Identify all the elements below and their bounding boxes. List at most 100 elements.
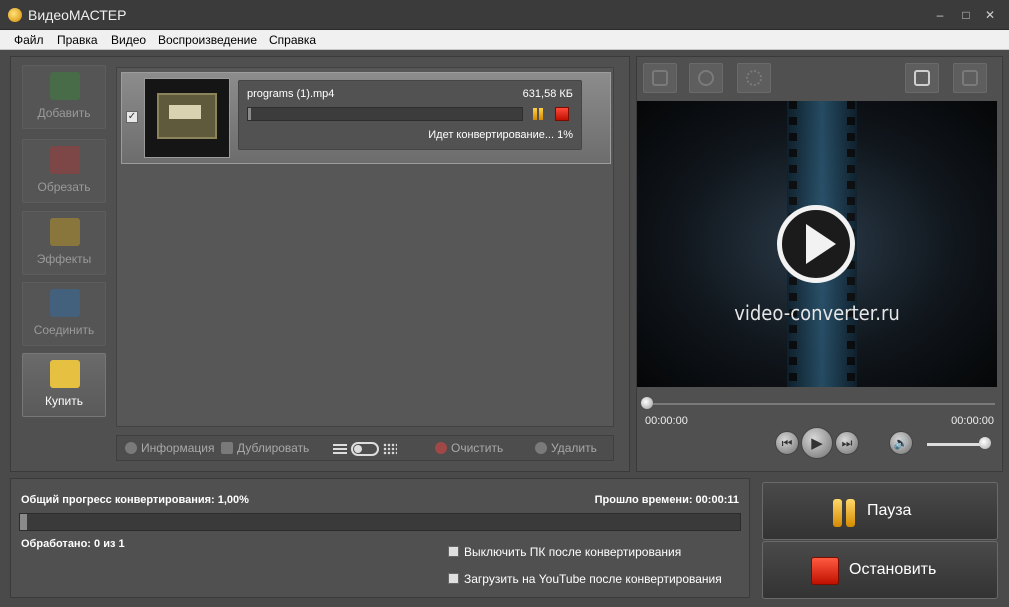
processed-count-label: Обработано: 0 из 1: [21, 538, 125, 550]
youtube-label: Загрузить на YouTube после конвертирован…: [464, 572, 722, 586]
overall-progress-bar: [19, 513, 741, 531]
menu-help[interactable]: Справка: [269, 33, 316, 47]
clear-x-icon: [435, 442, 447, 454]
stop-button[interactable]: Остановить: [762, 541, 998, 599]
speaker-icon: 🔊: [893, 436, 909, 450]
progress-panel: Общий прогресс конвертирования: 1,00% Пр…: [10, 478, 750, 598]
rotate-icon: [698, 70, 714, 86]
add-button[interactable]: Добавить: [22, 65, 106, 129]
brightness-button[interactable]: [737, 63, 771, 93]
clear-label: Очистить: [451, 441, 504, 455]
elapsed-time-label: Прошло времени: 00:00:11: [594, 494, 739, 506]
snapshot-button[interactable]: [905, 63, 939, 93]
maximize-button[interactable]: □: [956, 6, 976, 24]
stop-file-icon[interactable]: [555, 107, 569, 121]
info-icon: [125, 442, 137, 454]
shutdown-checkbox[interactable]: [448, 546, 459, 557]
conversion-status: Идет конвертирование... 1%: [428, 129, 573, 141]
info-label: Информация: [141, 441, 215, 455]
youtube-checkbox[interactable]: [448, 573, 459, 584]
stop-icon: [811, 557, 839, 585]
duplicate-label: Дублировать: [237, 441, 310, 455]
forward-icon: ⏭: [841, 436, 853, 450]
view-toggle[interactable]: [333, 442, 399, 456]
crop-frame-button[interactable]: [643, 63, 677, 93]
rewind-icon: ⏮: [781, 436, 793, 450]
cut-label: Обрезать: [37, 180, 91, 194]
info-button[interactable]: Информация: [125, 441, 214, 455]
delete-minus-icon: [535, 442, 547, 454]
effects-label: Эффекты: [36, 252, 92, 266]
add-label: Добавить: [37, 106, 91, 120]
seek-bar[interactable]: [645, 403, 995, 405]
seek-knob[interactable]: [641, 397, 653, 409]
clear-button[interactable]: Очистить: [435, 441, 503, 455]
pause-button[interactable]: Пауза: [762, 482, 998, 540]
rotate-button[interactable]: [689, 63, 723, 93]
volume-knob[interactable]: [979, 437, 991, 449]
grid-view-icon[interactable]: [383, 443, 397, 455]
pause-file-icon[interactable]: [531, 107, 545, 121]
join-button[interactable]: Соединить: [22, 282, 106, 346]
youtube-option[interactable]: Загрузить на YouTube после конвертирован…: [448, 572, 722, 586]
menu-bar: Файл Правка Видео Воспроизведение Справк…: [0, 30, 1009, 50]
conversion-box: programs (1).mp4 631,58 КБ Идет конверти…: [238, 80, 582, 150]
file-checkbox[interactable]: ✓: [126, 111, 138, 123]
fullscreen-icon: [962, 70, 978, 86]
shutdown-label: Выключить ПК после конвертирования: [464, 545, 682, 559]
brightness-icon: [746, 70, 762, 86]
view-switch[interactable]: [351, 442, 379, 456]
buy-button[interactable]: Купить: [22, 353, 106, 417]
play-button[interactable]: ▶: [801, 427, 833, 459]
duplicate-button[interactable]: Дублировать: [221, 441, 309, 455]
join-films-icon: [50, 289, 80, 317]
file-list: ✓ programs (1).mp4 631,58 КБ Идет конвер…: [116, 67, 614, 427]
file-progress-bar: [247, 107, 523, 121]
minimize-button[interactable]: –: [930, 6, 950, 24]
list-toolbar: Информация Дублировать Очистить Удалить: [116, 435, 614, 461]
menu-playback[interactable]: Воспроизведение: [158, 33, 257, 47]
play-icon: ▶: [811, 435, 823, 452]
stop-label: Остановить: [849, 561, 937, 578]
file-size: 631,58 КБ: [522, 88, 573, 100]
join-label: Соединить: [33, 323, 95, 337]
camera-icon: [914, 70, 930, 86]
app-logo-icon: [8, 8, 22, 22]
effects-star-icon: [50, 218, 80, 246]
overall-progress-label: Общий прогресс конвертирования: 1,00%: [21, 494, 249, 506]
file-name: programs (1).mp4: [247, 88, 335, 100]
rewind-button[interactable]: ⏮: [775, 431, 799, 455]
file-row[interactable]: ✓ programs (1).mp4 631,58 КБ Идет конвер…: [121, 72, 611, 164]
window-title: ВидеоМАСТЕР: [28, 7, 127, 23]
menu-video[interactable]: Видео: [111, 33, 146, 47]
total-time: 00:00:00: [951, 415, 994, 427]
video-thumbnail: [144, 78, 230, 158]
brand-watermark: video-converter.ru: [734, 301, 900, 325]
menu-file[interactable]: Файл: [14, 33, 44, 47]
cut-button[interactable]: Обрезать: [22, 139, 106, 203]
main-panel: Добавить Обрезать Эффекты Соединить Купи…: [10, 56, 630, 472]
title-bar: ВидеоМАСТЕР – □ ✕: [0, 0, 1009, 30]
shutdown-option[interactable]: Выключить ПК после конвертирования: [448, 545, 681, 559]
preview-panel: video-converter.ru 00:00:00 00:00:00 ⏮ ▶…: [636, 56, 1003, 472]
buy-label: Купить: [45, 394, 83, 408]
key-card-icon: [50, 360, 80, 388]
menu-edit[interactable]: Правка: [57, 33, 98, 47]
play-overlay-icon[interactable]: [777, 205, 855, 283]
add-film-icon: [50, 72, 80, 100]
film-frame-icon: [652, 70, 668, 86]
list-view-icon[interactable]: [333, 444, 347, 454]
pause-icon: [833, 499, 859, 527]
delete-label: Удалить: [551, 441, 597, 455]
video-preview[interactable]: video-converter.ru: [637, 101, 997, 387]
cut-film-icon: [50, 146, 80, 174]
delete-button[interactable]: Удалить: [535, 441, 597, 455]
close-button[interactable]: ✕: [980, 6, 1000, 24]
pause-label: Пауза: [867, 502, 912, 519]
fullscreen-button[interactable]: [953, 63, 987, 93]
mute-button[interactable]: 🔊: [889, 431, 913, 455]
duplicate-icon: [221, 442, 233, 454]
forward-button[interactable]: ⏭: [835, 431, 859, 455]
current-time: 00:00:00: [645, 415, 688, 427]
effects-button[interactable]: Эффекты: [22, 211, 106, 275]
